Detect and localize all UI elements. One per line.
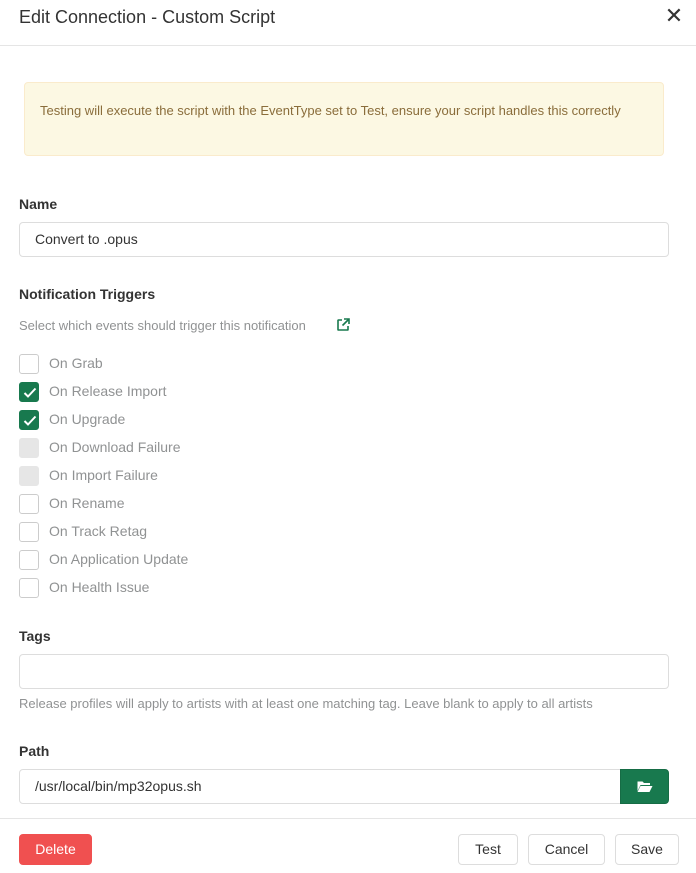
- path-label: Path: [19, 743, 50, 759]
- trigger-checkbox: [19, 438, 39, 458]
- warning-alert: Testing will execute the script with the…: [24, 82, 664, 156]
- trigger-checkbox[interactable]: [19, 522, 39, 542]
- external-link-icon[interactable]: [336, 318, 350, 332]
- trigger-checkbox: [19, 466, 39, 486]
- name-input[interactable]: Convert to .opus: [19, 222, 669, 257]
- trigger-label: On Grab: [49, 355, 103, 371]
- checkmark-icon: [23, 415, 37, 426]
- trigger-label: On Release Import: [49, 383, 167, 399]
- save-button[interactable]: Save: [615, 834, 679, 865]
- trigger-label: On Rename: [49, 495, 125, 511]
- trigger-label: On Upgrade: [49, 411, 126, 427]
- trigger-checkbox[interactable]: [19, 578, 39, 598]
- tags-help: Release profiles will apply to artists w…: [19, 696, 593, 711]
- name-label: Name: [19, 196, 58, 212]
- trigger-checkbox[interactable]: [19, 410, 39, 430]
- trigger-label: On Application Update: [49, 551, 189, 567]
- trigger-checkbox[interactable]: [19, 494, 39, 514]
- delete-button[interactable]: Delete: [19, 834, 92, 865]
- modal-header: Edit Connection - Custom Script ✕: [0, 0, 696, 46]
- path-input[interactable]: /usr/local/bin/mp32opus.sh: [19, 769, 621, 804]
- cancel-button[interactable]: Cancel: [528, 834, 605, 865]
- trigger-label: On Health Issue: [49, 579, 150, 595]
- tags-input[interactable]: [19, 654, 669, 689]
- trigger-label: On Import Failure: [49, 467, 158, 483]
- notification-triggers-help: Select which events should trigger this …: [19, 318, 306, 333]
- test-button[interactable]: Test: [458, 834, 518, 865]
- trigger-label: On Download Failure: [49, 439, 181, 455]
- notification-triggers-label: Notification Triggers: [19, 286, 156, 302]
- checkmark-icon: [23, 387, 37, 398]
- folder-open-icon: [637, 781, 653, 792]
- trigger-checkbox[interactable]: [19, 354, 39, 374]
- browse-folder-button[interactable]: [620, 769, 669, 804]
- trigger-checkbox[interactable]: [19, 382, 39, 402]
- modal-title: Edit Connection - Custom Script: [19, 7, 276, 27]
- tags-label: Tags: [19, 628, 51, 644]
- trigger-checkbox[interactable]: [19, 550, 39, 570]
- close-icon[interactable]: ✕: [662, 4, 686, 28]
- trigger-label: On Track Retag: [49, 523, 148, 539]
